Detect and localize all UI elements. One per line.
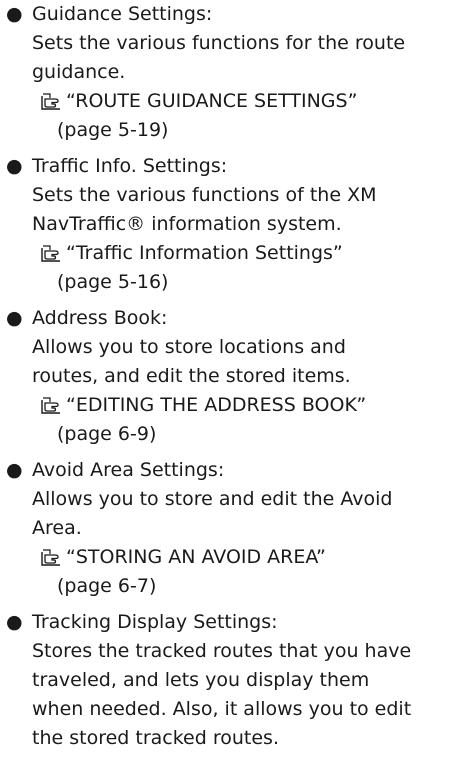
item-description-line: when needed. Also, it allows you to edit: [32, 698, 412, 720]
bullet: ●: [6, 307, 23, 329]
document-page: ● Guidance Settings: Sets the various fu…: [0, 0, 473, 760]
item-description-line: Sets the various functions for the route: [32, 32, 406, 54]
pointing-hand-book-icon: [41, 397, 60, 414]
reference-page: (page 6-9): [57, 423, 157, 445]
item-description-line: routes, and edit the stored items.: [32, 365, 351, 387]
cross-reference: “ROUTE GUIDANCE SETTINGS”: [32, 87, 467, 116]
list-item-avoid-area-settings: ● Avoid Area Settings: Allows you to sto…: [0, 456, 473, 601]
reference-title: “EDITING THE ADDRESS BOOK”: [66, 394, 367, 416]
item-title: Avoid Area Settings:: [32, 459, 225, 481]
reference-title: “STORING AN AVOID AREA”: [66, 546, 326, 568]
cross-reference: “EDITING THE ADDRESS BOOK”: [32, 391, 467, 420]
item-description-line: Stores the tracked routes that you have: [32, 640, 412, 662]
cross-reference: “Traffic Information Settings”: [32, 239, 467, 268]
reference-title: “Traffic Information Settings”: [66, 242, 343, 264]
list-item-tracking-display-settings: ● Tracking Display Settings: Stores the …: [0, 608, 473, 753]
bullet: ●: [6, 611, 23, 633]
reference-title: “ROUTE GUIDANCE SETTINGS”: [66, 90, 358, 112]
list-item-traffic-info-settings: ● Traffic Info. Settings: Sets the vario…: [0, 152, 473, 297]
item-title: Address Book:: [32, 307, 168, 329]
item-title: Traffic Info. Settings:: [32, 155, 228, 177]
reference-page: (page 6-7): [57, 575, 157, 597]
item-title: Guidance Settings:: [32, 3, 213, 25]
reference-page: (page 5-19): [57, 119, 169, 141]
bullet: ●: [6, 459, 23, 481]
reference-page: (page 5-16): [57, 271, 169, 293]
pointing-hand-book-icon: [41, 93, 60, 110]
list-item-address-book: ● Address Book: Allows you to store loca…: [0, 304, 473, 449]
item-description-line: Sets the various functions of the XM: [32, 184, 377, 206]
cross-reference: “STORING AN AVOID AREA”: [32, 543, 467, 572]
item-description-line: traveled, and lets you display them: [32, 669, 370, 691]
item-description-line: NavTraffic® information system.: [32, 213, 342, 235]
item-description-line: Area.: [32, 517, 82, 539]
item-description-line: Allows you to store and edit the Avoid: [32, 488, 393, 510]
item-title: Tracking Display Settings:: [32, 611, 278, 633]
bullet: ●: [6, 155, 23, 177]
item-description-line: guidance.: [32, 61, 126, 83]
item-description-line: the stored tracked routes.: [32, 727, 279, 749]
pointing-hand-book-icon: [41, 549, 60, 566]
item-description-line: Allows you to store locations and: [32, 336, 346, 358]
pointing-hand-book-icon: [41, 245, 60, 262]
list-item-guidance-settings: ● Guidance Settings: Sets the various fu…: [0, 0, 473, 145]
bullet: ●: [6, 3, 23, 25]
